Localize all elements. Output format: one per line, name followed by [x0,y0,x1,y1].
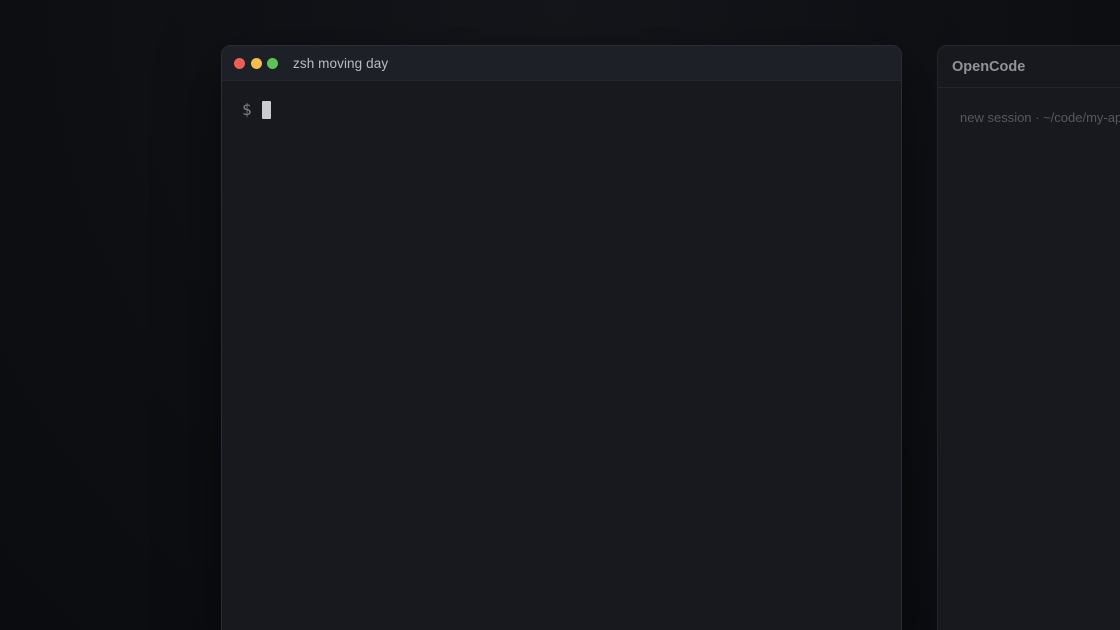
session-info: new session · ~/code/my-app [960,110,1120,125]
desktop: zsh moving day $ OpenCode new session · … [0,0,1120,630]
terminal-body[interactable]: $ [222,81,901,138]
shell-prompt: $ [242,100,252,119]
minimize-button[interactable] [250,57,262,69]
opencode-title: OpenCode [952,58,1026,75]
terminal-titlebar[interactable]: zsh moving day [222,46,901,81]
opencode-window[interactable]: OpenCode new session · ~/code/my-app [937,45,1120,630]
terminal-title: zsh moving day [293,55,389,71]
terminal-window[interactable]: zsh moving day $ [221,45,902,630]
opencode-header: OpenCode [938,46,1120,88]
text-cursor [261,100,271,119]
close-button[interactable] [234,57,245,69]
window-controls [234,57,278,69]
maximize-button[interactable] [267,57,278,69]
